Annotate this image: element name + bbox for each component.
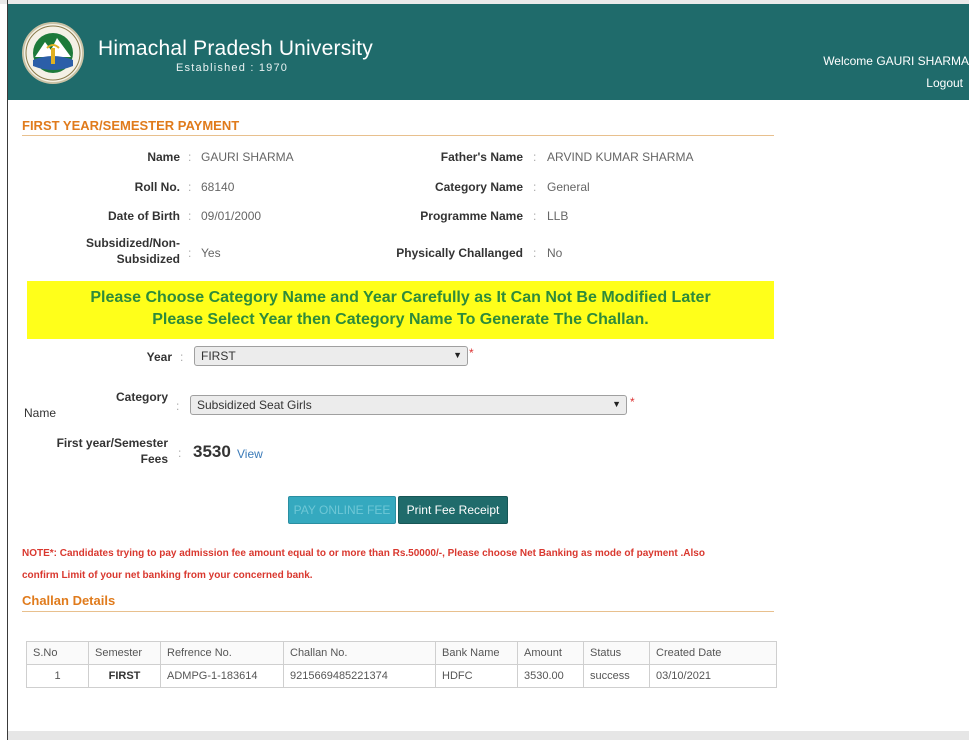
category-select[interactable]: Subsidized Seat Girls ▼ [190,395,627,415]
required-marker: * [469,346,474,360]
separator: : [188,150,192,164]
cell-created-date: 03/10/2021 [649,664,777,688]
physically-challenged-label: Physically Challanged [396,246,523,260]
col-amount: Amount [517,641,584,665]
dob-label: Date of Birth [108,209,180,223]
cell-status: success [583,664,650,688]
page-title: FIRST YEAR/SEMESTER PAYMENT [22,118,240,133]
site-header: Himachal Pradesh University Established … [8,4,969,100]
col-challan-no: Challan No. [283,641,436,665]
subsidized-value: Yes [201,246,221,260]
separator: : [176,399,180,413]
category-label-line2: Name [24,406,57,420]
pay-online-fee-button[interactable]: PAY ONLINE FEE [288,496,396,524]
chevron-down-icon: ▼ [453,350,462,360]
roll-no-label: Roll No. [134,180,180,194]
fee-amount: 3530 [193,442,231,461]
warning-banner: Please Choose Category Name and Year Car… [27,281,774,339]
subsidized-label-line1: Subsidized/Non- [86,236,180,250]
dob-value: 09/01/2000 [201,209,262,223]
separator: : [533,180,537,194]
warning-line-2: Please Select Year then Category Name To… [152,311,649,328]
brand: Himachal Pradesh University Established … [98,37,373,75]
separator: : [188,209,192,223]
site-established: Established : 1970 [176,62,289,74]
col-reference-no: Refrence No. [160,641,284,665]
section-divider [22,611,774,612]
separator: : [188,246,192,260]
welcome-text: Welcome GAURI SHARMA [823,54,969,68]
warning-line-1: Please Choose Category Name and Year Car… [90,289,711,306]
window-bottom-edge [8,731,969,740]
father-name-value: ARVIND KUMAR SHARMA [547,150,694,164]
col-bank-name: Bank Name [435,641,518,665]
subsidized-label-line2: Subsidized [116,252,180,266]
fee-label-line2: Fees [140,452,168,466]
chevron-down-icon: ▼ [612,399,621,409]
col-created-date: Created Date [649,641,777,665]
university-logo-icon [22,22,84,84]
cell-semester: FIRST [88,664,161,688]
year-select[interactable]: FIRST ▼ [194,346,468,366]
section-divider [22,135,774,136]
separator: : [188,180,192,194]
cell-amount: 3530.00 [517,664,584,688]
separator: : [533,246,537,260]
cell-challan-no: 9215669485221374 [283,664,436,688]
col-status: Status [583,641,650,665]
col-semester: Semester [88,641,161,665]
col-sno: S.No [26,641,89,665]
window-left-border [7,0,8,740]
cell-bank-name: HDFC [435,664,518,688]
table-header-row: S.No Semester Refrence No. Challan No. B… [26,641,777,665]
physically-challenged-value: No [547,246,563,260]
logout-link[interactable]: Logout [926,76,963,90]
category-label-line1: Category [115,390,168,404]
required-marker: * [630,395,635,409]
category-name-label: Category Name [434,180,523,194]
separator: : [533,150,537,164]
note-line-1: NOTE*: Candidates trying to pay admissio… [22,548,705,559]
print-fee-receipt-button[interactable]: Print Fee Receipt [398,496,508,524]
category-name-value: General [547,180,590,194]
table-row: 1 FIRST ADMPG-1-183614 9215669485221374 … [26,664,777,688]
challan-table: S.No Semester Refrence No. Challan No. B… [26,641,777,688]
father-name-label: Father's Name [440,150,523,164]
fee-label-line1: First year/Semester [56,436,168,450]
programme-name-label: Programme Name [420,209,523,223]
roll-no-value: 68140 [201,180,235,194]
separator: : [178,446,182,460]
year-label: Year [146,350,172,364]
view-fee-link[interactable]: View [237,447,263,461]
challan-details-title: Challan Details [22,593,116,608]
name-value: GAURI SHARMA [201,150,294,164]
note-line-2: confirm Limit of your net banking from y… [22,570,313,581]
cell-sno: 1 [26,664,89,688]
separator: : [533,209,537,223]
programme-name-value: LLB [547,209,569,223]
site-title: Himachal Pradesh University [98,37,373,60]
name-label: Name [147,150,180,164]
category-select-value: Subsidized Seat Girls [197,398,312,412]
separator: : [180,350,184,364]
cell-reference-no: ADMPG-1-183614 [160,664,284,688]
year-select-value: FIRST [201,349,236,363]
